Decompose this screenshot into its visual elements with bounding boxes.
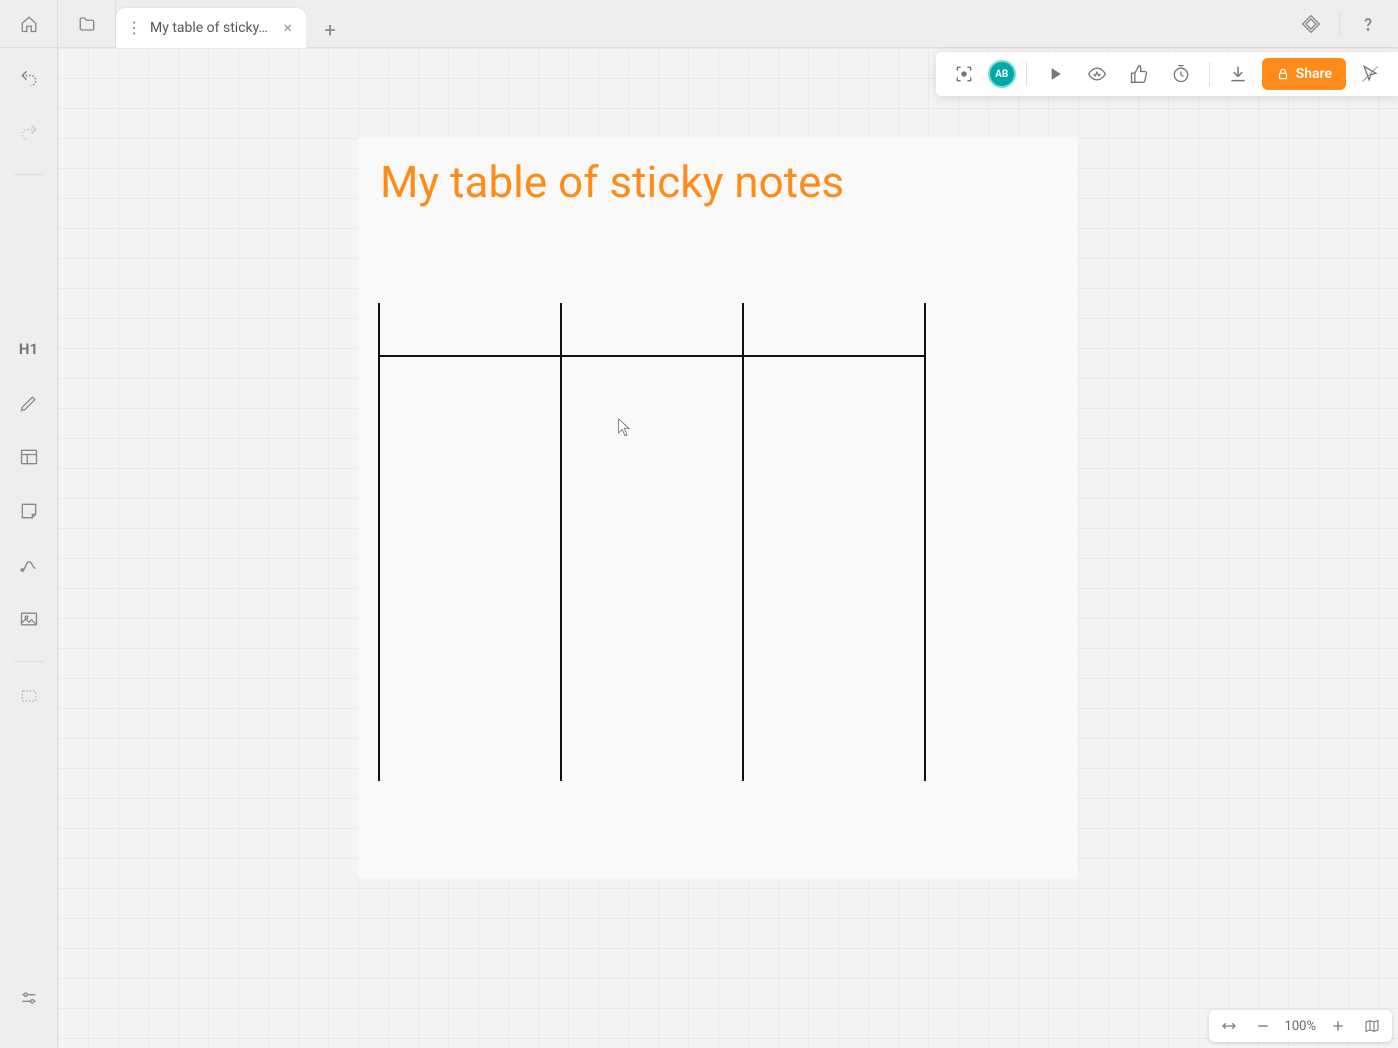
lock-icon [1276, 67, 1290, 81]
undo-icon [19, 68, 39, 88]
table-line[interactable] [378, 355, 926, 357]
canvas[interactable]: My table of sticky notes AB [58, 48, 1398, 1048]
download-button[interactable] [1220, 56, 1256, 92]
collab-toolbar: AB Share [936, 52, 1398, 96]
divider [1209, 62, 1210, 86]
table-line[interactable] [378, 303, 380, 781]
page-title[interactable]: My table of sticky notes [380, 156, 1056, 208]
thumbsup-icon [1129, 64, 1149, 84]
tab-close-button[interactable]: × [273, 18, 292, 37]
share-button[interactable]: Share [1262, 58, 1346, 90]
pen-tool[interactable] [11, 385, 47, 421]
divider [1339, 12, 1340, 36]
fit-icon [1221, 1018, 1237, 1034]
eye-icon [1087, 64, 1107, 84]
home-button[interactable] [0, 0, 58, 48]
divider [1026, 62, 1027, 86]
heading-tool[interactable]: H1 [11, 331, 47, 367]
table-line[interactable] [742, 303, 744, 781]
pen-icon [19, 393, 39, 413]
new-tab-button[interactable]: + [312, 12, 348, 48]
folder-icon [78, 15, 96, 33]
share-label: Share [1296, 66, 1332, 82]
map-icon [1364, 1018, 1380, 1034]
topbar-right [1293, 6, 1398, 42]
help-button[interactable] [1350, 6, 1386, 42]
redo-button[interactable] [11, 114, 47, 150]
tab-title: My table of sticky… [150, 20, 268, 36]
undo-button[interactable] [11, 60, 47, 96]
timer-button[interactable] [1163, 56, 1199, 92]
help-icon [1358, 14, 1378, 34]
avatar[interactable]: AB [988, 60, 1016, 88]
connector-tool[interactable] [11, 547, 47, 583]
left-toolbar: H1 [0, 48, 58, 1048]
redo-icon [19, 122, 39, 142]
focus-icon [954, 64, 974, 84]
more-tools-button[interactable] [11, 678, 47, 714]
image-icon [19, 609, 39, 629]
home-icon [20, 15, 38, 33]
download-icon [1228, 64, 1248, 84]
more-icon [19, 686, 39, 706]
pointer-toggle[interactable] [1352, 56, 1388, 92]
minimap-button[interactable] [1358, 1012, 1386, 1040]
tab-menu-icon[interactable]: ⋮ [126, 18, 142, 37]
divider [14, 174, 44, 175]
tabs: ⋮ My table of sticky… × + [116, 0, 348, 48]
folder-button[interactable] [58, 0, 116, 48]
plus-icon [1330, 1018, 1346, 1034]
divider [14, 661, 44, 662]
line-icon [19, 555, 39, 575]
focus-button[interactable] [946, 56, 982, 92]
settings-button[interactable] [11, 980, 47, 1016]
sticky-note-tool[interactable] [11, 493, 47, 529]
top-bar: ⋮ My table of sticky… × + [0, 0, 1398, 48]
layout-icon [19, 447, 39, 467]
view-button[interactable] [1079, 56, 1115, 92]
title-frame[interactable]: My table of sticky notes [358, 138, 1078, 878]
tab-active[interactable]: ⋮ My table of sticky… × [116, 8, 306, 48]
play-icon [1045, 64, 1065, 84]
fit-button[interactable] [1215, 1012, 1243, 1040]
layout-tool[interactable] [11, 439, 47, 475]
table-line[interactable] [560, 303, 562, 781]
pointer-icon [1360, 64, 1380, 84]
timer-icon [1171, 64, 1191, 84]
minus-icon [1255, 1018, 1271, 1034]
diamond-icon [1301, 14, 1321, 34]
zoom-level[interactable]: 100% [1283, 1019, 1318, 1034]
zoom-out-button[interactable] [1249, 1012, 1277, 1040]
topbar-left: ⋮ My table of sticky… × + [0, 0, 348, 47]
settings-icon [19, 988, 39, 1008]
sticky-icon [19, 501, 39, 521]
reactions-button[interactable] [1121, 56, 1157, 92]
zoom-in-button[interactable] [1324, 1012, 1352, 1040]
table-line[interactable] [924, 303, 926, 781]
zoom-bar: 100% [1209, 1010, 1392, 1042]
present-button[interactable] [1037, 56, 1073, 92]
image-tool[interactable] [11, 601, 47, 637]
app-menu-button[interactable] [1293, 6, 1329, 42]
